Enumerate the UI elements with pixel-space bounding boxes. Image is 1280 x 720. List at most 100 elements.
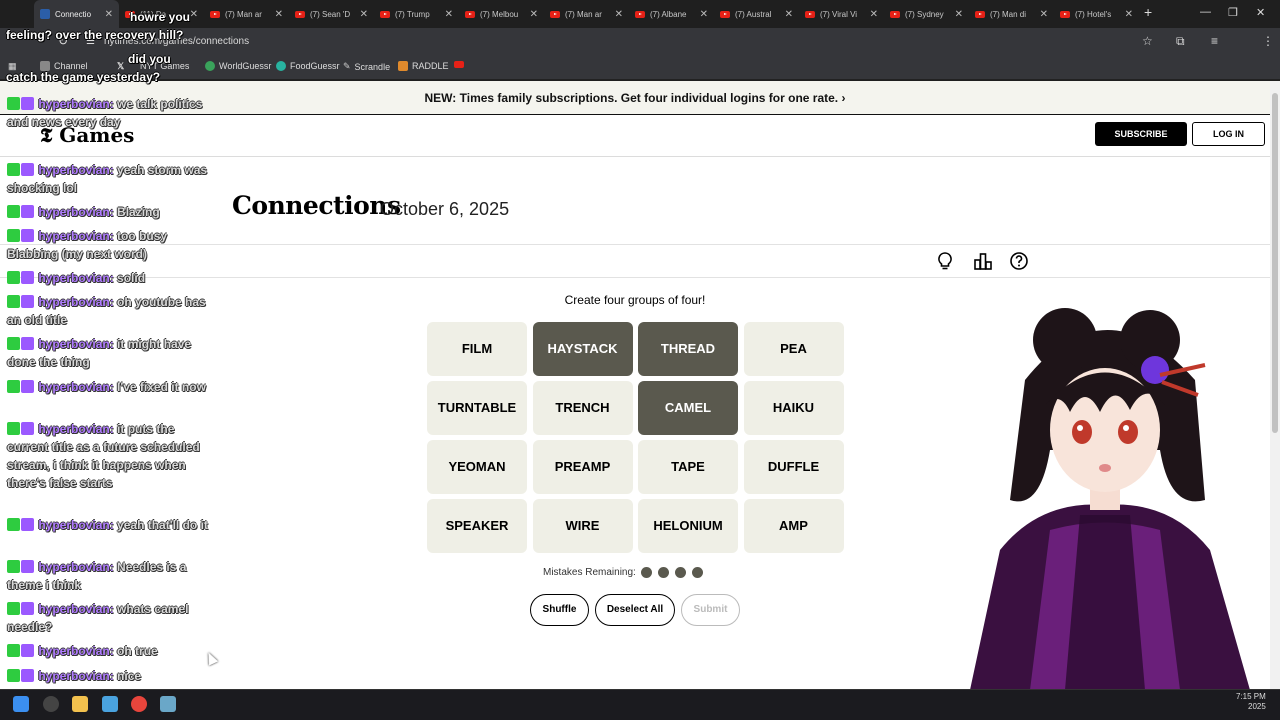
youtube-icon — [975, 10, 985, 18]
word-tile[interactable]: PREAMP — [532, 440, 633, 494]
shuffle-button[interactable]: Shuffle — [530, 594, 589, 626]
bookmark-raddle[interactable]: RADDLE — [398, 61, 449, 71]
chrome-icon[interactable] — [131, 696, 147, 712]
browser-tab[interactable]: (7) Sydney ✕ — [884, 0, 969, 28]
close-tab-icon[interactable]: ✕ — [700, 9, 708, 20]
menu-kebab-icon[interactable]: ⋮ — [1262, 34, 1274, 48]
hint-lightbulb-icon[interactable] — [935, 251, 955, 271]
mistake-dots — [640, 567, 703, 578]
app-icon[interactable] — [43, 696, 59, 712]
close-tab-icon[interactable]: ✕ — [360, 9, 368, 20]
twitch-badge-icon — [21, 560, 34, 573]
word-tile[interactable]: AMP — [743, 499, 844, 553]
close-tab-icon[interactable]: ✕ — [445, 9, 453, 20]
browser-tab[interactable]: (7) Sean 'D ✕ — [289, 0, 374, 28]
browser-tab[interactable]: (7) Austral ✕ — [714, 0, 799, 28]
restore-icon[interactable]: ❐ — [1228, 6, 1238, 19]
youtube-icon — [380, 10, 390, 18]
chat-message: hyperbovian: yeah storm was shocking lol — [7, 161, 217, 197]
close-tab-icon[interactable]: ✕ — [615, 9, 623, 20]
scrollbar-thumb[interactable] — [1272, 93, 1278, 433]
word-tile[interactable]: THREAD — [638, 322, 738, 376]
browser-tab[interactable]: (7) Man di ✕ — [969, 0, 1054, 28]
close-window-icon[interactable]: ✕ — [1256, 6, 1265, 19]
scrandle-icon: ✎ — [343, 61, 351, 71]
tab-title: (7) Man ar — [225, 9, 262, 19]
youtube-icon — [890, 10, 900, 18]
browser-tab[interactable]: (7) Man ar ✕ — [544, 0, 629, 28]
twitch-badge-icon — [21, 602, 34, 615]
youtube-bookmark-icon[interactable] — [454, 61, 464, 68]
verified-badge-icon — [7, 229, 20, 242]
chat-message: hyperbovian: nice — [7, 667, 217, 685]
close-tab-icon[interactable]: ✕ — [530, 9, 538, 20]
browser-tab[interactable]: (7) Trump ✕ — [374, 0, 459, 28]
word-tile[interactable]: SPEAKER — [427, 499, 527, 553]
word-tile[interactable]: YEOMAN — [427, 440, 527, 494]
minimize-icon[interactable]: — — [1200, 6, 1211, 18]
chat-message: hyperbovian: oh true — [7, 642, 217, 660]
close-tab-icon[interactable]: ✕ — [1125, 9, 1133, 20]
browser-tab[interactable]: (7) Hotel's ✕ — [1054, 0, 1139, 28]
browser-tab[interactable]: (7) Viral Vi ✕ — [799, 0, 884, 28]
chat-message: hyperbovian: solid — [7, 269, 217, 287]
mistakes-remaining: Mistakes Remaining: — [543, 567, 703, 578]
word-tile[interactable]: DUFFLE — [743, 440, 844, 494]
twitch-badge-icon — [21, 669, 34, 682]
leaderboard-icon[interactable] — [973, 251, 993, 271]
mistake-dot — [657, 567, 669, 578]
subscribe-button[interactable]: SUBSCRIBE — [1095, 122, 1187, 146]
submit-button[interactable]: Submit — [681, 594, 740, 626]
word-tile[interactable]: FILM — [427, 322, 527, 376]
browser-tab[interactable]: (7) Albane ✕ — [629, 0, 714, 28]
chat-text: I've fixed it now — [117, 380, 206, 394]
chat-username: hyperbovian: — [38, 669, 114, 683]
tab-title: (7) Sydney — [905, 9, 944, 19]
bookmark-foodguessr[interactable]: FoodGuessr — [276, 61, 340, 71]
youtube-icon — [720, 10, 730, 18]
chat-username: hyperbovian: — [38, 295, 114, 309]
twitch-badge-icon — [21, 271, 34, 284]
help-icon[interactable] — [1009, 251, 1029, 271]
tab-title: (7) Trump — [395, 9, 430, 19]
extensions-icon[interactable]: ⧉ — [1176, 34, 1185, 49]
twitch-badge-icon — [21, 229, 34, 242]
page-scrollbar[interactable] — [1270, 81, 1280, 689]
tab-title: (7) Hotel's — [1075, 9, 1112, 19]
word-tile[interactable]: WIRE — [532, 499, 633, 553]
word-tile[interactable]: CAMEL — [638, 381, 738, 435]
word-tile[interactable]: HELONIUM — [638, 499, 738, 553]
file-explorer-icon[interactable] — [72, 696, 88, 712]
browser-tab[interactable]: (7) Melbou ✕ — [459, 0, 544, 28]
word-tile[interactable]: PEA — [743, 322, 844, 376]
media-controls-icon[interactable]: ≡ — [1211, 34, 1218, 48]
deselect-all-button[interactable]: Deselect All — [595, 594, 675, 626]
windows-start-icon[interactable] — [13, 696, 29, 712]
chat-username: hyperbovian: — [38, 229, 114, 243]
youtube-icon — [550, 10, 560, 18]
verified-badge-icon — [7, 163, 20, 176]
word-tile[interactable]: TURNTABLE — [427, 381, 527, 435]
verified-badge-icon — [7, 644, 20, 657]
word-tile[interactable]: TAPE — [638, 440, 738, 494]
close-tab-icon[interactable]: ✕ — [275, 9, 283, 20]
close-tab-icon[interactable]: ✕ — [1040, 9, 1048, 20]
word-tile[interactable]: HAIKU — [743, 381, 844, 435]
login-button[interactable]: LOG IN — [1192, 122, 1265, 146]
close-tab-icon[interactable]: ✕ — [870, 9, 878, 20]
photos-icon[interactable] — [102, 696, 118, 712]
close-tab-icon[interactable]: ✕ — [785, 9, 793, 20]
word-tile[interactable]: HAYSTACK — [532, 322, 633, 376]
tab-title: (7) Viral Vi — [820, 9, 858, 19]
chat-message-text: did you — [128, 52, 171, 66]
bookmark-scrandle[interactable]: ✎ Scrandle — [343, 61, 390, 72]
new-tab-button[interactable]: + — [1144, 4, 1152, 20]
vtube-studio-icon[interactable] — [160, 696, 176, 712]
vtuber-avatar — [970, 308, 1250, 690]
chat-username: hyperbovian: — [38, 380, 114, 394]
bookmark-star-icon[interactable]: ☆ — [1142, 34, 1153, 48]
word-tile[interactable]: TRENCH — [532, 381, 633, 435]
close-tab-icon[interactable]: ✕ — [955, 9, 963, 20]
verified-badge-icon — [7, 205, 20, 218]
verified-badge-icon — [7, 518, 20, 531]
